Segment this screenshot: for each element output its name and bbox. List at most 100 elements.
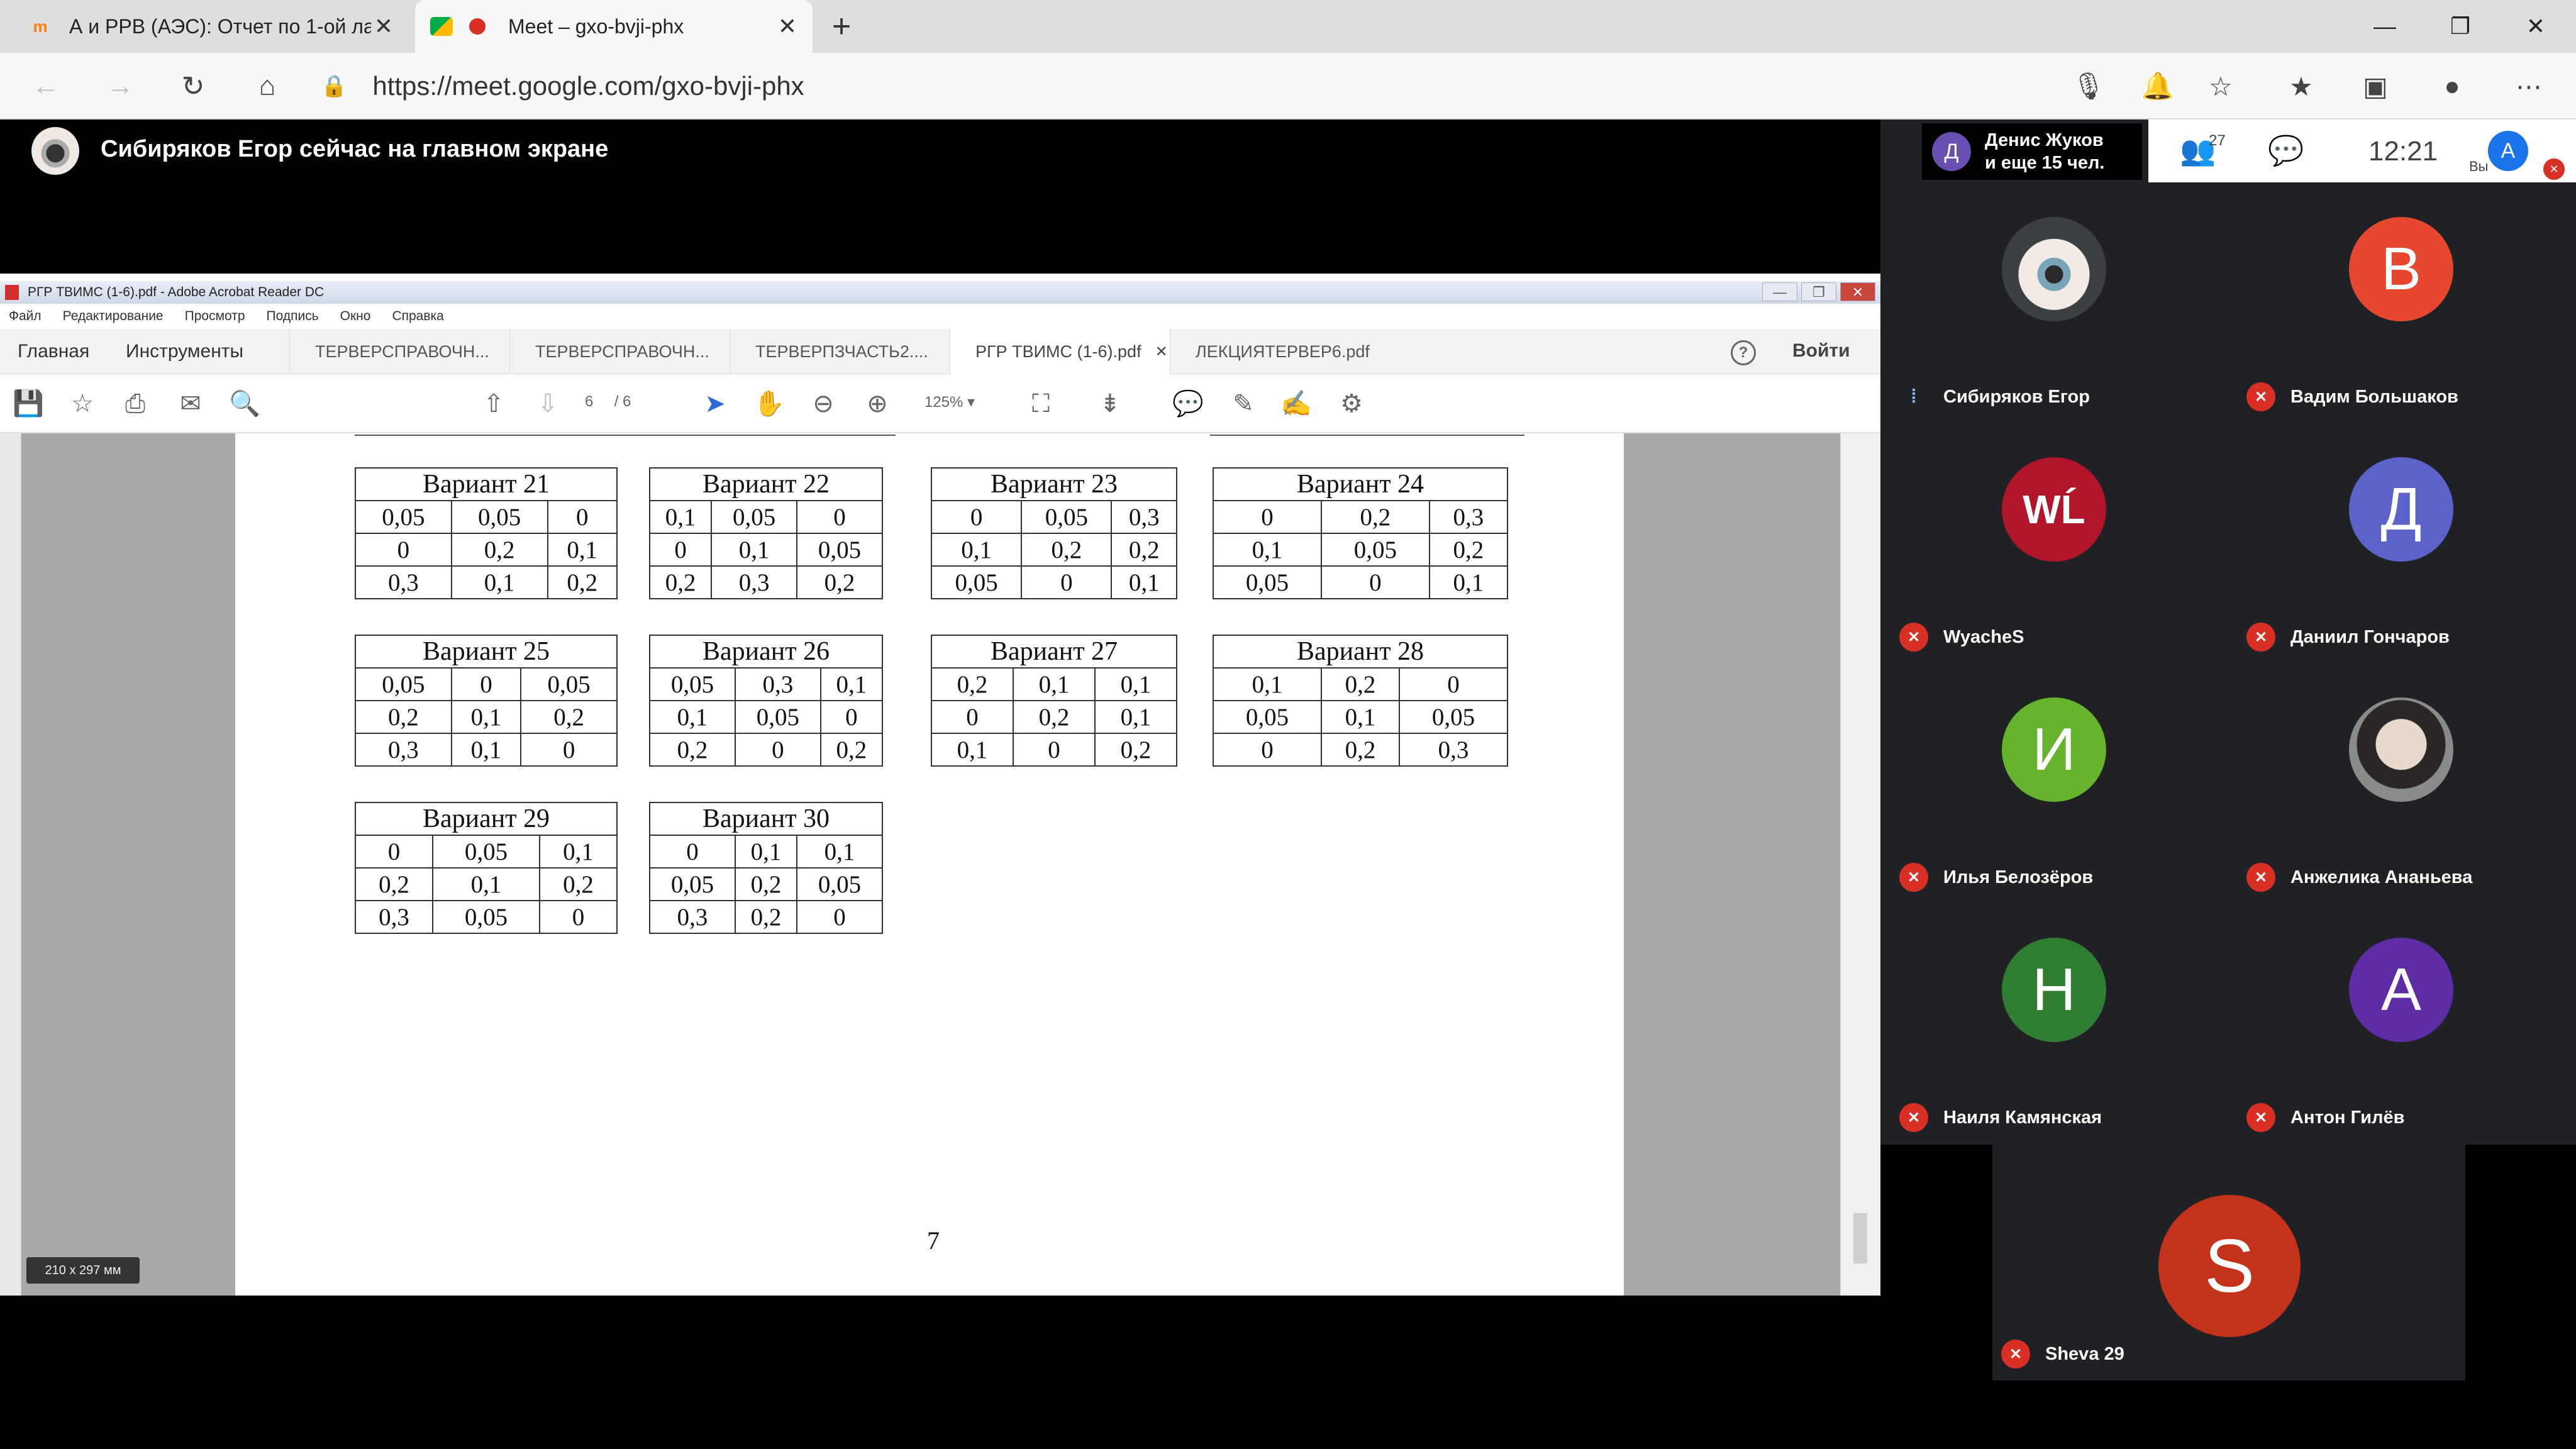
microphone-icon[interactable]: 🎙 [2069,67,2108,106]
menu-sign[interactable]: Подпись [267,309,319,324]
fit-page-icon[interactable]: ⛶ [1025,388,1057,419]
participant-tile[interactable]: И ✕ Илья Белозёров [1880,663,2228,903]
print-icon[interactable]: ⎙ [119,388,151,419]
left-panel-toggle[interactable] [0,433,21,1296]
help-icon[interactable]: ? [1731,340,1756,365]
acrobat-restore-button[interactable]: ❐ [1801,282,1836,301]
participant-tile[interactable]: WĹ ✕ WyacheS [1880,423,2228,663]
url-field[interactable]: 🔒 https://meet.google.com/gxo-bvji-phx [321,63,1767,109]
close-tab-icon[interactable]: ✕ [775,13,800,39]
fill-sign-icon[interactable]: ✍ [1280,388,1312,419]
collections-icon[interactable]: ▣ [2356,67,2395,106]
search-icon[interactable]: 🔍 [229,388,260,419]
minimize-button[interactable]: — [2347,0,2423,53]
comment-icon[interactable]: 💬 [1172,388,1204,419]
menu-edit[interactable]: Редактирование [63,309,164,324]
next-page-icon[interactable]: ⇩ [532,388,564,419]
back-arrow-icon[interactable]: ← [26,67,65,106]
menu-file[interactable]: Файл [9,309,42,324]
table-row: 0 0,1 0,1 [649,835,883,869]
doc-tab[interactable]: ТЕРВЕРСПРАВОЧН... [289,329,509,374]
doc-tab-active[interactable]: РГР ТВИМС (1-6).pdf ✕ [950,329,1170,374]
participant-tile[interactable]: S ✕ Sheva 29 [1992,1145,2465,1380]
zoom-select[interactable]: 125% ▾ [924,393,975,411]
bookmark-star-icon[interactable]: ☆ [67,388,98,419]
acrobat-close-button[interactable]: ✕ [1840,282,1875,301]
table-row: 0,05 0,05 0 [355,500,618,534]
forward-arrow-icon[interactable]: → [101,67,140,106]
table-cell: 0 [1021,565,1113,599]
favorites-list-icon[interactable]: ★ [2282,67,2321,106]
vertical-scrollbar[interactable] [1840,433,1880,1296]
doc-tab[interactable]: ТЕРВЕРПЗЧАСТЬ2.... [730,329,950,374]
chat-icon[interactable]: 💬 [2268,133,2304,168]
more-tools-icon[interactable]: ⚙ [1336,388,1367,419]
close-tab-icon[interactable]: ✕ [371,13,396,39]
table-cell: 0,2 [1428,533,1509,567]
page-indicator[interactable]: 6 / 6 [585,393,631,411]
table-cell: 0 [648,533,713,567]
acrobat-minimize-button[interactable]: — [1762,282,1797,301]
notifications-blocked-icon[interactable]: 🔔 [2138,67,2177,106]
tab-home[interactable]: Главная [18,329,89,374]
email-icon[interactable]: ✉ [175,388,206,419]
close-doc-tab-icon[interactable]: ✕ [1155,343,1168,361]
page-current[interactable]: 6 [585,393,593,410]
table-cell: 0,1 [1320,700,1401,734]
doc-tab[interactable]: ТЕРВЕРСПРАВОЧН... [509,329,730,374]
table-cell: 0,1 [547,533,618,567]
table-cell: 0,2 [1021,533,1113,567]
highlight-pen-icon[interactable]: ✎ [1228,388,1259,419]
participant-tile[interactable]: А ✕ Антон Гилёв [2228,903,2575,1143]
menu-view[interactable]: Просмотр [185,309,245,324]
notification-avatar: Д [1932,132,1971,171]
hand-tool-icon[interactable]: ✋ [753,388,785,419]
menu-help[interactable]: Справка [392,309,443,324]
variant-table: Вариант 23 0 0,05 0,3 0,1 0,2 0,2 0,05 0 0,1 [930,467,1177,599]
scrollbar-thumb[interactable] [1853,1213,1867,1263]
reload-icon[interactable]: ↻ [174,67,213,106]
table-cell: 0 [1012,733,1096,767]
table-cell: 0,3 [649,900,736,934]
tab-tools[interactable]: Инструменты [126,329,243,374]
table-row: 0,3 0,05 0 [355,900,618,934]
mic-off-icon: ✕ [1899,863,1928,892]
join-notification[interactable]: Д Денис Жуков и еще 15 чел. [1922,123,2142,180]
browser-tab-report[interactable]: m А и РРВ (АЭС): Отчет по 1-ой ла ✕ [13,0,409,53]
profile-icon[interactable]: ● [2433,67,2472,106]
more-menu-icon[interactable]: ⋯ [2509,67,2548,106]
participant-tile[interactable]: В ✕ Вадим Большаков [2228,182,2575,423]
participant-name: Илья Белозёров [1943,867,2094,887]
user-avatar[interactable]: A [2488,131,2528,171]
variant-table: Вариант 27 0,2 0,1 0,1 0 0,2 0,1 0,1 0 0,2 [931,635,1178,767]
participant-name: Sheva 29 [2045,1343,2124,1364]
close-window-button[interactable]: ✕ [2498,0,2573,53]
table-row: 0,05 0 0,1 [1213,565,1509,599]
scroll-mode-icon[interactable]: ⇟ [1094,388,1126,419]
table-cell: 0,3 [1428,500,1509,534]
table-row: 0,2 0,1 0,2 [355,867,618,901]
save-icon[interactable]: 💾 [13,388,44,419]
favorite-star-icon[interactable]: ☆ [2201,67,2240,106]
table-cell: 0 [930,500,1023,534]
participant-tile[interactable]: ✕ Анжелика Ананьева [2228,663,2575,903]
participant-avatar: S [2158,1195,2301,1337]
table-row: 0,1 0,2 0,2 [930,533,1177,567]
participant-tile[interactable]: Н ✕ Наиля Камянская [1880,903,2228,1143]
zoom-out-icon[interactable]: ⊖ [808,388,839,419]
browser-tab-meet[interactable]: Meet – gxo-bvji-phx ✕ [415,0,813,53]
participant-tile[interactable]: Д ✕ Даниил Гончаров [2228,423,2575,663]
doc-tab[interactable]: ЛЕКЦИЯТЕРВЕР6.pdf [1170,329,1390,374]
new-tab-button[interactable]: + [824,9,859,44]
home-icon[interactable]: ⌂ [248,67,287,106]
variant-title: Вариант 23 [931,467,1177,501]
maximize-button[interactable]: ❐ [2423,0,2498,53]
signin-button[interactable]: Войти [1792,340,1850,362]
prev-page-icon[interactable]: ⇧ [478,388,509,419]
table-cell: 0,3 [1399,733,1508,767]
menu-window[interactable]: Окно [340,309,371,324]
previous-table-edge [1210,433,1524,436]
participant-tile[interactable]: ⦙ Сибиряков Егор [1880,182,2228,423]
zoom-in-icon[interactable]: ⊕ [862,388,893,419]
select-pointer-icon[interactable]: ➤ [699,388,731,419]
